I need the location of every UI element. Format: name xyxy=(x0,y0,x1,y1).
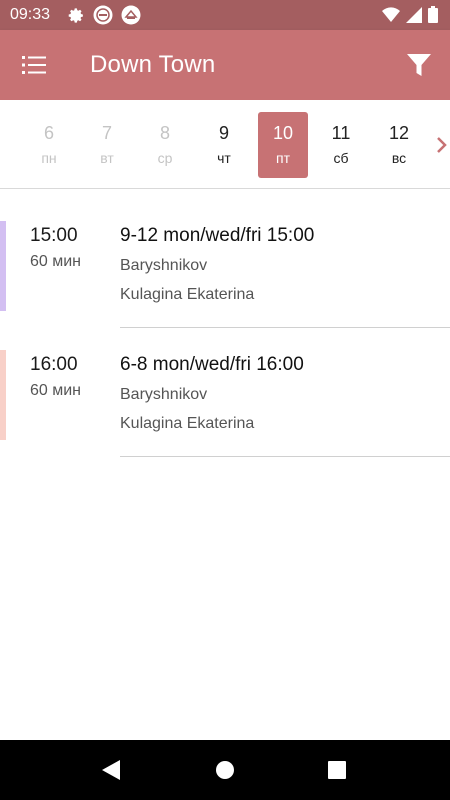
lesson-title: 9-12 mon/wed/fri 15:00 xyxy=(120,225,315,246)
lesson-time: 16:00 xyxy=(30,354,78,375)
day-number: 7 xyxy=(101,123,112,143)
day-item[interactable]: 11 сб xyxy=(316,112,366,178)
day-number: 12 xyxy=(388,123,410,143)
lesson-teacher: Kulagina Ekaterina xyxy=(120,286,255,303)
lesson-time: 15:00 xyxy=(30,225,78,246)
lesson-color-bar xyxy=(0,221,6,311)
filter-button[interactable] xyxy=(404,50,434,80)
day-item[interactable]: 9 чт xyxy=(199,112,249,178)
day-item[interactable]: 6 пн xyxy=(24,112,74,178)
lesson-duration: 60 мин xyxy=(30,253,82,270)
lesson-title: 6-8 mon/wed/fri 16:00 xyxy=(120,354,304,375)
wifi-icon xyxy=(382,6,400,28)
system-nav-bar xyxy=(0,740,450,800)
day-item[interactable]: 8 ср xyxy=(140,112,190,178)
day-number: 6 xyxy=(43,123,54,143)
day-number: 11 xyxy=(331,123,351,143)
app-logo-icon xyxy=(93,5,113,30)
day-item[interactable]: 12 вс xyxy=(374,112,424,178)
day-weekday: ср xyxy=(157,150,173,166)
back-button[interactable] xyxy=(101,759,121,786)
list-menu-icon xyxy=(17,56,51,84)
status-icons-left xyxy=(68,5,141,30)
day-weekday: сб xyxy=(333,150,349,166)
day-weekday: вс xyxy=(391,150,407,166)
chevron-right-icon xyxy=(436,137,448,158)
home-button[interactable] xyxy=(216,761,234,779)
app-logo-icon xyxy=(121,5,141,30)
lesson-detail: Baryshnikov xyxy=(120,386,208,403)
gear-icon xyxy=(68,7,85,29)
day-weekday: пн xyxy=(41,150,57,166)
day-selector: 6 пн 7 вт 8 ср 9 чт 10 пт 11 сб 12 вс xyxy=(0,100,450,189)
day-number: 8 xyxy=(159,123,170,143)
divider xyxy=(120,456,450,457)
recents-button[interactable] xyxy=(328,761,346,779)
lesson-color-bar xyxy=(0,350,6,440)
day-item-selected[interactable]: 10 пт xyxy=(258,112,308,178)
back-triangle-icon xyxy=(101,760,121,785)
status-time: 09:33 xyxy=(10,6,51,23)
day-weekday: чт xyxy=(217,150,231,166)
menu-button[interactable] xyxy=(17,50,51,80)
status-bar: 09:33 xyxy=(0,0,450,30)
page-title: Down Town xyxy=(90,51,216,78)
lesson-detail: Baryshnikov xyxy=(120,257,208,274)
day-weekday: вт xyxy=(100,150,114,166)
day-number: 9 xyxy=(218,123,229,143)
lesson-teacher: Kulagina Ekaterina xyxy=(120,415,255,432)
battery-icon xyxy=(428,6,438,28)
lesson-duration: 60 мин xyxy=(30,382,82,399)
divider xyxy=(120,327,450,328)
day-item[interactable]: 7 вт xyxy=(82,112,132,178)
filter-icon xyxy=(404,54,434,84)
day-weekday: пт xyxy=(276,150,290,166)
day-number: 10 xyxy=(272,123,294,143)
status-icons-right xyxy=(382,6,438,28)
app-bar: Down Town xyxy=(0,30,450,100)
cellular-signal-icon xyxy=(406,6,422,28)
next-week-button[interactable] xyxy=(436,136,448,154)
